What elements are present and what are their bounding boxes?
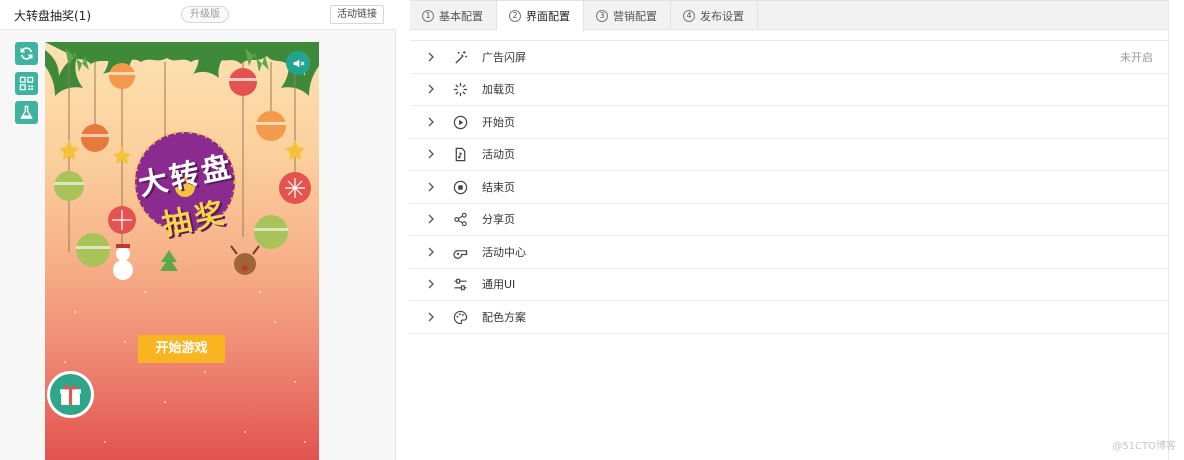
tab-label: 发布设置	[700, 9, 744, 23]
preview-header: 大转盘抽奖(1) 升级版 活动链接	[0, 0, 396, 30]
chevron-right-icon[interactable]	[426, 214, 436, 224]
section-share-page[interactable]: 分享页	[410, 204, 1169, 236]
chevron-right-icon[interactable]	[426, 84, 436, 94]
whistle-icon	[453, 249, 468, 259]
section-label: 通用UI	[482, 278, 516, 292]
tab-marketing-config[interactable]: 3 营销配置	[584, 1, 671, 30]
section-loading-page[interactable]: 加载页	[410, 74, 1169, 106]
section-label: 活动页	[482, 148, 515, 162]
section-activity-center[interactable]: 活动中心	[410, 236, 1169, 269]
section-ad-splash[interactable]: 广告闪屏 未开启	[410, 41, 1169, 74]
section-list: 广告闪屏 未开启 加载页 开始页 活动页 结束页 分享页 活动中心 通用UI 配…	[410, 40, 1169, 334]
activity-title: 大转盘抽奖(1)	[14, 9, 91, 23]
config-panel: 1 基本配置 2 界面配置 3 营销配置 4 发布设置 广告闪屏 未开启 加载页…	[410, 0, 1169, 460]
sound-toggle[interactable]	[286, 51, 310, 75]
tab-label: 营销配置	[613, 9, 657, 23]
tab-basic-config[interactable]: 1 基本配置	[410, 1, 497, 30]
sound-off-icon	[293, 58, 305, 68]
test-button[interactable]	[15, 101, 38, 124]
tab-step-number: 2	[509, 10, 521, 22]
chevron-right-icon[interactable]	[426, 312, 436, 322]
magic-wand-icon	[455, 50, 468, 64]
tab-ui-config[interactable]: 2 界面配置	[497, 1, 584, 31]
refresh-icon	[20, 47, 33, 60]
chevron-right-icon[interactable]	[426, 149, 436, 159]
preview-panel: 大转盘抽奖(1) 升级版 活动链接 大转盘 抽奖 开始游戏	[0, 0, 396, 460]
version-badge: 升级版	[181, 6, 229, 23]
stop-circle-icon	[453, 180, 468, 194]
qrcode-button[interactable]	[15, 72, 38, 95]
watermark: @51CTO博客	[1112, 441, 1176, 452]
sliders-icon	[454, 279, 467, 291]
section-status: 未开启	[1120, 50, 1153, 64]
section-label: 活动中心	[482, 245, 526, 259]
share-icon	[454, 213, 467, 227]
gift-button[interactable]	[47, 371, 94, 418]
play-circle-icon	[453, 115, 468, 129]
flask-icon	[20, 105, 33, 119]
loading-spinner-icon	[453, 83, 468, 97]
section-label: 分享页	[482, 213, 515, 227]
tab-step-number: 3	[596, 9, 608, 22]
section-common-ui[interactable]: 通用UI	[410, 269, 1169, 301]
chevron-right-icon[interactable]	[426, 117, 436, 127]
tab-label: 界面配置	[526, 10, 570, 23]
section-label: 结束页	[482, 180, 515, 194]
section-label: 配色方案	[482, 310, 526, 324]
activity-link-button[interactable]: 活动链接	[330, 5, 384, 24]
chevron-right-icon[interactable]	[426, 247, 436, 257]
chevron-right-icon[interactable]	[426, 182, 436, 192]
palette-icon	[453, 310, 468, 324]
qrcode-icon	[19, 76, 34, 91]
start-game-button[interactable]: 开始游戏	[138, 335, 225, 363]
chevron-right-icon[interactable]	[426, 52, 436, 62]
chevron-right-icon[interactable]	[426, 279, 436, 289]
section-label: 开始页	[482, 115, 515, 129]
section-label: 加载页	[482, 83, 515, 97]
tab-publish-settings[interactable]: 4 发布设置	[671, 1, 758, 30]
app-window: 大转盘抽奖(1) 升级版 活动链接 大转盘 抽奖 开始游戏 1 基本配置 2 界…	[0, 0, 1184, 460]
tab-step-number: 4	[683, 9, 695, 22]
panel-divider	[1168, 0, 1169, 460]
tab-label: 基本配置	[439, 9, 483, 23]
gift-icon	[60, 385, 81, 405]
music-file-icon	[455, 148, 466, 162]
section-activity-page[interactable]: 活动页	[410, 139, 1169, 171]
refresh-button[interactable]	[15, 42, 38, 65]
section-start-page[interactable]: 开始页	[410, 106, 1169, 139]
section-end-page[interactable]: 结束页	[410, 171, 1169, 204]
config-tabs: 1 基本配置 2 界面配置 3 营销配置 4 发布设置	[410, 0, 1169, 31]
tab-step-number: 1	[422, 9, 434, 22]
section-color-scheme[interactable]: 配色方案	[410, 301, 1169, 334]
section-label: 广告闪屏	[482, 50, 526, 64]
phone-preview: 大转盘 抽奖 开始游戏	[45, 42, 319, 460]
